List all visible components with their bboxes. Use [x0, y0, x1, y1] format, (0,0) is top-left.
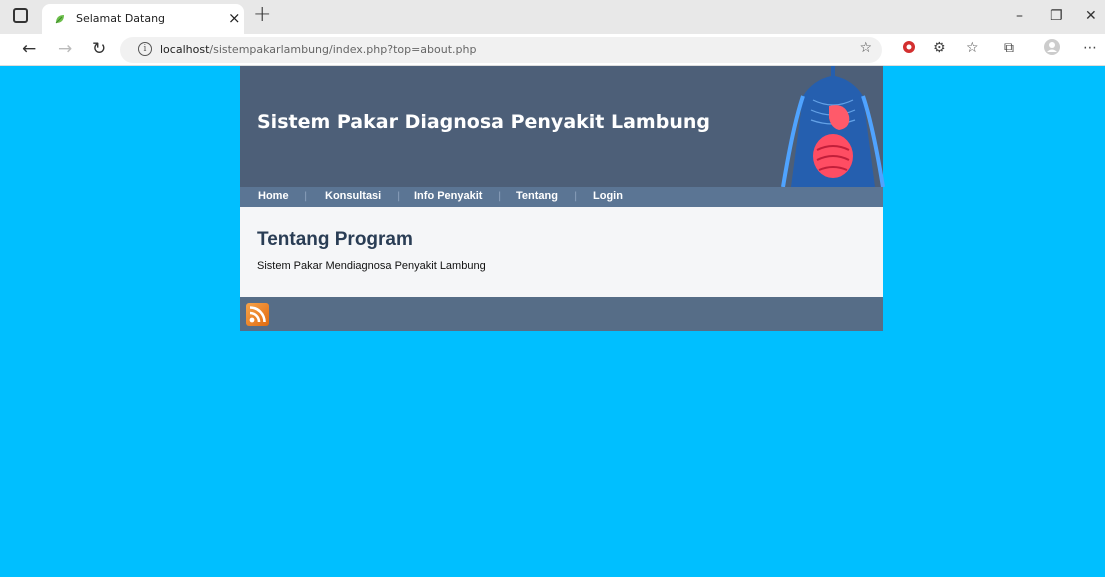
site-container: Sistem Pakar Diagnosa Penyakit Lambung H…: [240, 66, 885, 331]
leaf-favicon-icon: [55, 15, 64, 24]
extension-icon[interactable]: [902, 40, 916, 58]
site-header: Sistem Pakar Diagnosa Penyakit Lambung: [240, 66, 885, 187]
nav-separator: |: [498, 191, 502, 202]
stomach-anatomy-image: [781, 66, 885, 187]
nav-login-link[interactable]: Login: [593, 190, 623, 202]
address-bar[interactable]: i localhost/sistempakarlambung/index.php…: [120, 37, 882, 63]
site-footer: [240, 297, 883, 331]
restore-icon[interactable]: ❐: [1050, 8, 1063, 24]
rss-feed-icon[interactable]: [246, 303, 269, 326]
close-window-icon[interactable]: ✕: [1085, 8, 1097, 24]
nav-separator: |: [397, 191, 401, 202]
tab-title: Selamat Datang: [76, 12, 166, 25]
url-host: localhost: [160, 43, 210, 56]
profile-icon: [1044, 39, 1060, 55]
close-tab-icon[interactable]: ×: [228, 8, 241, 28]
favorites-icon[interactable]: ☆: [966, 40, 979, 56]
nav-konsultasi-link[interactable]: Konsultasi: [325, 190, 381, 202]
collections-icon[interactable]: ⧉: [1004, 40, 1014, 56]
section-heading: Tentang Program: [257, 229, 413, 250]
nav-separator: |: [304, 191, 308, 202]
back-icon[interactable]: ←: [22, 39, 36, 59]
main-content: Tentang Program Sistem Pakar Mendiagnosa…: [240, 207, 883, 297]
extensions-icon[interactable]: ⚙: [933, 40, 946, 56]
section-text: Sistem Pakar Mendiagnosa Penyakit Lambun…: [257, 260, 486, 272]
add-favorite-icon[interactable]: ☆: [859, 40, 872, 56]
more-options-icon[interactable]: ⋯: [1083, 40, 1097, 56]
nav-info-penyakit-link[interactable]: Info Penyakit: [414, 190, 482, 202]
site-title: Sistem Pakar Diagnosa Penyakit Lambung: [257, 111, 710, 133]
main-nav: Home | Konsultasi | Info Penyakit | Tent…: [240, 187, 883, 207]
tab-strip: Selamat Datang × + – ❐ ✕: [0, 0, 1105, 34]
site-info-icon[interactable]: i: [138, 42, 152, 56]
profile-avatar[interactable]: [1044, 39, 1060, 59]
refresh-icon[interactable]: ↻: [92, 39, 106, 59]
url-path: /sistempakarlambung/index.php?top=about.…: [209, 43, 477, 56]
toolbar: ← → ↻ i localhost/sistempakarlambung/ind…: [0, 34, 1105, 66]
red-extension-icon: [903, 41, 915, 53]
nav-tentang-link[interactable]: Tentang: [516, 190, 558, 202]
nav-separator: |: [574, 191, 578, 202]
tab-actions-icon[interactable]: [13, 8, 28, 23]
minimize-icon[interactable]: –: [1016, 8, 1023, 24]
new-tab-icon[interactable]: +: [253, 2, 271, 27]
url-text[interactable]: localhost/sistempakarlambung/index.php?t…: [160, 43, 476, 56]
forward-icon[interactable]: →: [58, 39, 72, 59]
browser-tab[interactable]: Selamat Datang ×: [42, 4, 244, 34]
nav-home-link[interactable]: Home: [258, 190, 289, 202]
